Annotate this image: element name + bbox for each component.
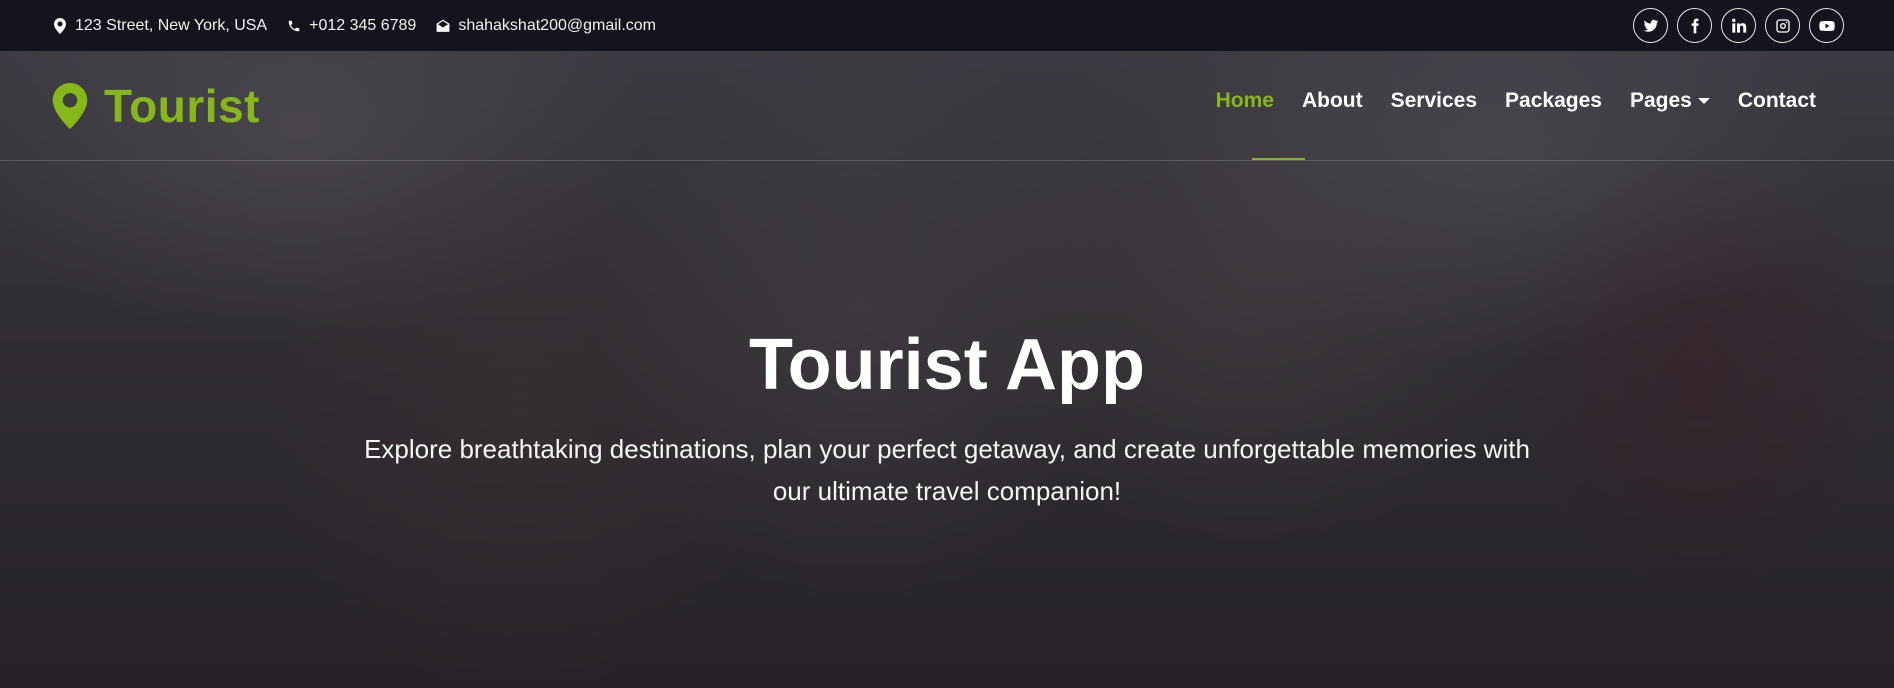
caret-down-icon bbox=[1697, 98, 1710, 104]
twitter-button[interactable] bbox=[1633, 8, 1668, 43]
social-links bbox=[1633, 8, 1844, 43]
instagram-icon bbox=[1775, 18, 1790, 33]
nav-services[interactable]: Services bbox=[1391, 89, 1477, 113]
nav-home[interactable]: Home bbox=[1216, 89, 1274, 113]
hero-title: Tourist App bbox=[749, 325, 1145, 405]
email: shahakshat200@gmail.com bbox=[436, 17, 656, 35]
youtube-icon bbox=[1818, 20, 1835, 31]
email-text: shahakshat200@gmail.com bbox=[458, 16, 657, 34]
envelope-open-icon bbox=[436, 19, 450, 32]
phone-text: +012 345 6789 bbox=[309, 16, 417, 34]
brand-name: Tourist bbox=[104, 80, 260, 132]
nav-packages[interactable]: Packages bbox=[1505, 89, 1602, 113]
nav-pages-label: Pages bbox=[1629, 89, 1692, 112]
nav-about[interactable]: About bbox=[1302, 89, 1363, 113]
linkedin-button[interactable] bbox=[1721, 8, 1756, 43]
active-nav-indicator bbox=[1252, 158, 1305, 160]
nav-pages-dropdown[interactable]: Pages bbox=[1630, 89, 1710, 113]
top-bar: 123 Street, New York, USA +012 345 6789 … bbox=[0, 0, 1894, 51]
youtube-button[interactable] bbox=[1809, 8, 1844, 43]
phone-icon bbox=[288, 20, 300, 31]
address-text: 123 Street, New York, USA bbox=[75, 16, 268, 34]
brand-logo[interactable]: Tourist bbox=[52, 79, 260, 133]
instagram-button[interactable] bbox=[1765, 8, 1800, 43]
phone: +012 345 6789 bbox=[287, 17, 416, 35]
contact-info: 123 Street, New York, USA +012 345 6789 … bbox=[53, 17, 656, 35]
facebook-button[interactable] bbox=[1677, 8, 1712, 43]
navbar: Tourist Home About Services Packages Pag… bbox=[0, 51, 1894, 161]
map-marker-icon bbox=[54, 17, 66, 34]
linkedin-icon bbox=[1731, 18, 1746, 33]
facebook-icon bbox=[1691, 18, 1699, 33]
map-marker-icon bbox=[52, 83, 88, 129]
hero-subtitle: Explore breathtaking destinations, plan … bbox=[364, 434, 1530, 506]
twitter-icon bbox=[1643, 19, 1658, 32]
main-menu: Home About Services Packages Pages Conta… bbox=[1216, 89, 1816, 113]
nav-contact[interactable]: Contact bbox=[1738, 89, 1816, 113]
address: 123 Street, New York, USA bbox=[53, 17, 267, 35]
